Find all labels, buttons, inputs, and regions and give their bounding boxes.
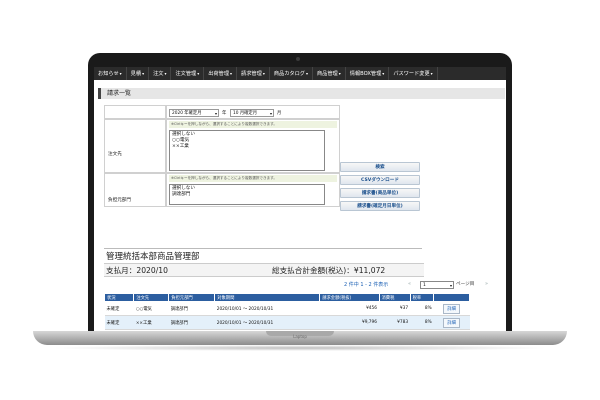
summary-pay-month: 支払月：2020/10 — [106, 266, 168, 275]
status-cell: 未確定 — [104, 315, 134, 330]
column-header[interactable]: 税率 — [409, 293, 435, 302]
action-cell: 詳細 — [433, 315, 470, 330]
laptop-label: Laptop — [293, 334, 307, 339]
prev-page-icon[interactable]: « — [408, 281, 411, 287]
chevron-down-icon: ▾ — [269, 111, 272, 116]
column-header[interactable]: 注文先 — [133, 293, 170, 302]
period-cell: 2020/10/01 〜 2020/10/31 — [214, 315, 320, 330]
status-cell: 未確定 — [104, 301, 134, 316]
laptop-screen-bezel: お知らせ▾ 見積▾ 注文▾ 注文管理▾ 出荷管理▾ 請求管理▾ 商品カタログ▾ … — [88, 53, 512, 340]
dept-cell: 調達部門 — [168, 315, 215, 330]
nav-item-quote[interactable]: 見積▾ — [127, 67, 150, 80]
summary-bar: 支払月：2020/10 総支払合計金額(税込)：¥11,072 — [104, 263, 424, 277]
column-header[interactable]: 消費税 — [378, 293, 411, 302]
laptop-base: Laptop — [33, 331, 567, 345]
table-row: 未確定 ××工業 調達部門 2020/10/01 〜 2020/10/31 ¥9… — [104, 315, 470, 330]
month-suffix: 月 — [277, 111, 282, 116]
pay-month-label-cell: 支払月* — [104, 105, 166, 125]
nav-item-catalog[interactable]: 商品カタログ▾ — [270, 67, 313, 80]
page-suffix: ページ目 — [456, 282, 475, 287]
rate-cell: 8% — [410, 301, 434, 316]
chevron-down-icon: ▾ — [142, 71, 145, 76]
chevron-down-icon: ▾ — [430, 71, 433, 76]
nav-item-products[interactable]: 商品管理▾ — [313, 67, 346, 80]
dept-cell: 調達部門 — [168, 301, 215, 316]
chevron-down-icon: ▾ — [197, 71, 200, 76]
detail-button[interactable]: 詳細 — [443, 317, 460, 328]
supplier-cell: ××工業 — [133, 315, 169, 330]
supplier-multi-select-note: ※Ctrlキーを押しながら、選択することにより複数選択できます。 — [169, 121, 337, 128]
nav-item-billing[interactable]: 請求管理▾ — [237, 67, 270, 80]
csv-download-button[interactable]: CSVダウンロード — [340, 175, 420, 185]
search-button[interactable]: 検索 — [340, 162, 420, 172]
page-select[interactable]: 1 ▾ — [420, 281, 454, 289]
amount-cell: ¥9,796 — [319, 315, 380, 330]
column-header[interactable]: 請求金額(税抜) — [319, 293, 380, 302]
year-separator: 年 — [222, 111, 227, 116]
laptop-shadow — [50, 345, 550, 351]
chevron-down-icon: ▾ — [305, 71, 308, 76]
chevron-down-icon: ▾ — [230, 71, 233, 76]
camera-icon — [296, 57, 300, 61]
chevron-down-icon: ▾ — [449, 283, 452, 288]
period-cell: 2020/10/01 〜 2020/10/31 — [214, 301, 320, 316]
nav-item-password[interactable]: パスワード変更▾ — [389, 67, 438, 80]
section-divider — [104, 248, 422, 249]
dept-value-cell: ※Ctrlキーを押しながら、選択することにより複数選択できます。 選択しない 調… — [166, 173, 340, 207]
pay-month-year-select[interactable]: 2020 年確定月 ▾ — [169, 109, 219, 117]
tax-cell: ¥783 — [379, 315, 411, 330]
amount-cell: ¥456 — [319, 301, 380, 316]
dept-multi-select-note: ※Ctrlキーを押しながら、選択することにより複数選択できます。 — [169, 175, 337, 182]
chevron-down-icon: ▾ — [119, 71, 122, 76]
nav-item-order-management[interactable]: 注文管理▾ — [171, 67, 205, 80]
chevron-down-icon: ▾ — [338, 71, 341, 76]
chevron-down-icon: ▾ — [214, 111, 217, 116]
nav-item-news[interactable]: お知らせ▾ — [94, 67, 127, 80]
nav-item-order[interactable]: 注文▾ — [149, 67, 172, 80]
detail-button[interactable]: 詳細 — [443, 303, 460, 314]
supplier-label-cell: 注文先 — [104, 119, 166, 173]
column-header[interactable]: 負担元部門 — [168, 293, 216, 302]
action-cell: 詳細 — [433, 301, 470, 316]
dept-listbox[interactable]: 選択しない 調達部門 — [169, 184, 325, 205]
nav-item-shipping[interactable]: 出荷管理▾ — [204, 67, 238, 80]
chevron-down-icon: ▾ — [382, 71, 385, 76]
supplier-listbox[interactable]: 選択しない ○○電気 ××工業 — [169, 130, 325, 171]
result-count: 2 件中 1 - 2 件表示 — [344, 282, 389, 288]
table-header-row: 状況 注文先 負担元部門 対象期間 請求金額(税抜) 消費税 税率 — [103, 293, 470, 302]
pay-month-value-cell: 2020 年確定月 ▾ 年 10 月確定月 ▾ 月 — [166, 105, 340, 119]
nav-item-infobox[interactable]: 情報BOX管理▾ — [346, 67, 390, 80]
column-header[interactable]: 対象期間 — [214, 293, 321, 302]
supplier-label: 注文先 — [108, 152, 122, 157]
list-item[interactable]: ××工業 — [172, 144, 322, 150]
column-header — [433, 293, 470, 302]
screen-display: お知らせ▾ 見積▾ 注文▾ 注文管理▾ 出荷管理▾ 請求管理▾ 商品カタログ▾ … — [94, 67, 506, 340]
invoice-by-fixed-date-button[interactable]: 請求書(確定月日単位) — [340, 201, 420, 211]
column-header[interactable]: 状況 — [103, 293, 135, 302]
invoice-table: 状況 注文先 負担元部門 対象期間 請求金額(税抜) 消費税 税率 未確定 ○○… — [103, 293, 470, 330]
chevron-down-icon: ▾ — [262, 71, 265, 76]
tax-cell: ¥37 — [379, 301, 411, 316]
page-title: 請求一覧 — [107, 90, 132, 97]
summary-total-amount: 総支払合計金額(税込)：¥11,072 — [272, 266, 386, 275]
supplier-value-cell: ※Ctrlキーを押しながら、選択することにより複数選択できます。 選択しない ○… — [166, 119, 340, 173]
table-row: 未確定 ○○電気 調達部門 2020/10/01 〜 2020/10/31 ¥4… — [104, 301, 470, 316]
pay-month-month-select[interactable]: 10 月確定月 ▾ — [230, 109, 274, 117]
department-title: 管理統括本部商品管理部 — [106, 252, 200, 262]
supplier-cell: ○○電気 — [133, 301, 169, 316]
top-navigation: お知らせ▾ 見積▾ 注文▾ 注文管理▾ 出荷管理▾ 請求管理▾ 商品カタログ▾ … — [94, 67, 506, 80]
list-item[interactable]: 調達部門 — [172, 192, 322, 198]
invoice-by-item-button[interactable]: 請求書(商品単位) — [340, 188, 420, 198]
dept-label: 負担元部門 — [108, 198, 131, 203]
next-page-icon[interactable]: » — [485, 281, 488, 287]
dept-label-cell: 負担元部門 — [104, 173, 166, 207]
page-title-bar: 請求一覧 — [98, 88, 505, 99]
rate-cell: 8% — [410, 315, 434, 330]
chevron-down-icon: ▾ — [164, 71, 167, 76]
